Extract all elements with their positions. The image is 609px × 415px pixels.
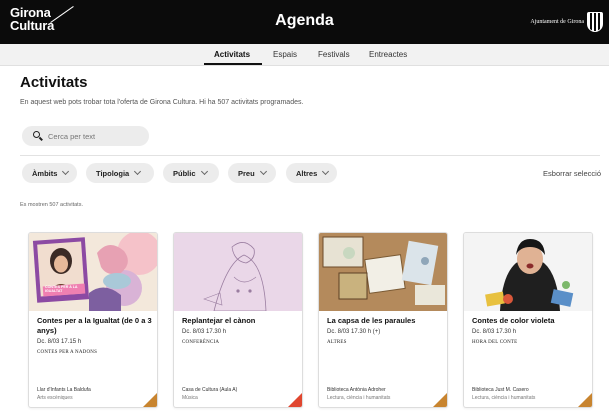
card-date: Dc. 8/03 17.30 h xyxy=(182,329,227,335)
page-title: Activitats xyxy=(20,74,88,91)
activity-card[interactable]: Contes de color violeta Dc. 8/03 17.30 h… xyxy=(463,232,593,408)
card-area: Lectura, ciència i humanitats xyxy=(472,395,536,401)
search-icon xyxy=(33,131,40,138)
filter-label: Públic xyxy=(173,168,196,178)
filter-label: Altres xyxy=(296,168,318,178)
card-category: ALTRES xyxy=(327,340,347,345)
activity-card[interactable]: La capsa de les paraules Dc. 8/03 17.30 … xyxy=(318,232,448,408)
filter-label: Àmbits xyxy=(32,168,58,178)
card-date: Dc. 8/03 17.15 h xyxy=(37,339,82,345)
chevron-down-icon xyxy=(322,167,330,176)
tab-activitats[interactable]: Activitats xyxy=(214,50,250,59)
chevron-down-icon xyxy=(62,167,70,176)
image-badge: CONTES PER A LA IGUALTAT xyxy=(45,285,78,293)
card-venue: Biblioteca Just M. Casero xyxy=(472,387,529,393)
ajuntament-label: Ajuntament de Girona xyxy=(530,19,584,25)
card-area: Lectura, ciència i humanitats xyxy=(327,395,391,401)
card-image xyxy=(174,233,302,311)
tab-espais[interactable]: Espais xyxy=(273,50,297,59)
card-category: CONTES PER A NADONS xyxy=(37,350,98,355)
card-title: Contes de color violeta xyxy=(472,316,555,325)
corner-accent xyxy=(433,393,447,407)
top-bar: Girona Cultura Agenda Ajuntament de Giro… xyxy=(0,0,609,44)
clear-selection-link[interactable]: Esborrar selecció xyxy=(543,169,601,178)
card-image xyxy=(29,233,157,311)
filter-tipologia[interactable]: Tipologia xyxy=(86,163,154,183)
corner-accent xyxy=(143,393,157,407)
card-category: HORA DEL CONTE xyxy=(472,340,518,345)
filter-altres[interactable]: Altres xyxy=(286,163,337,183)
chevron-down-icon xyxy=(259,167,267,176)
card-area: Arts escèniques xyxy=(37,395,73,401)
card-area: Música xyxy=(182,395,198,401)
divider xyxy=(20,155,600,156)
app-title: Agenda xyxy=(275,12,334,29)
card-date: Dc. 8/03 17.30 h xyxy=(472,329,517,335)
chevron-down-icon xyxy=(200,167,208,176)
filter-public[interactable]: Públic xyxy=(163,163,219,183)
card-venue: Llar d'Infants La Baldufa xyxy=(37,387,91,393)
chevron-down-icon xyxy=(134,167,142,176)
card-title: La capsa de les paraules xyxy=(327,316,416,325)
card-date: Dc. 8/03 17.30 h (+) xyxy=(327,329,381,335)
filter-label: Tipologia xyxy=(96,168,130,178)
filter-preu[interactable]: Preu xyxy=(228,163,276,183)
card-venue: Casa de Cultura (Aula A) xyxy=(182,387,238,393)
card-image xyxy=(464,233,592,311)
ajuntament-logo[interactable]: Ajuntament de Girona xyxy=(530,12,603,32)
results-count: Es mostren 507 activitats. xyxy=(20,202,83,208)
activity-card[interactable]: Replantejar el cànon Dc. 8/03 17.30 h CO… xyxy=(173,232,303,408)
corner-accent xyxy=(578,393,592,407)
section-nav: Activitats Espais Festivals Entreactes xyxy=(0,44,609,66)
intro-text: En aquest web pots trobar tota l'oferta … xyxy=(20,99,304,106)
search-box[interactable] xyxy=(22,126,149,146)
activity-card[interactable]: CONTES PER A LA IGUALTAT Contes per a la… xyxy=(28,232,158,408)
tab-festivals[interactable]: Festivals xyxy=(318,50,350,59)
card-title: Replantejar el cànon xyxy=(182,316,256,325)
card-title: Contes per a la Igualtat (de 0 a 3 anys) xyxy=(37,316,152,335)
filter-ambits[interactable]: Àmbits xyxy=(22,163,77,183)
card-category: CONFERÈNCIA xyxy=(182,340,220,345)
corner-accent xyxy=(288,393,302,407)
active-tab-indicator xyxy=(204,63,262,65)
search-input[interactable] xyxy=(48,130,143,142)
crest-icon xyxy=(587,12,603,32)
tab-entreactes[interactable]: Entreactes xyxy=(369,50,407,59)
filter-label: Preu xyxy=(238,168,255,178)
card-venue: Biblioteca Antònia Adroher xyxy=(327,387,386,393)
card-image xyxy=(319,233,447,311)
